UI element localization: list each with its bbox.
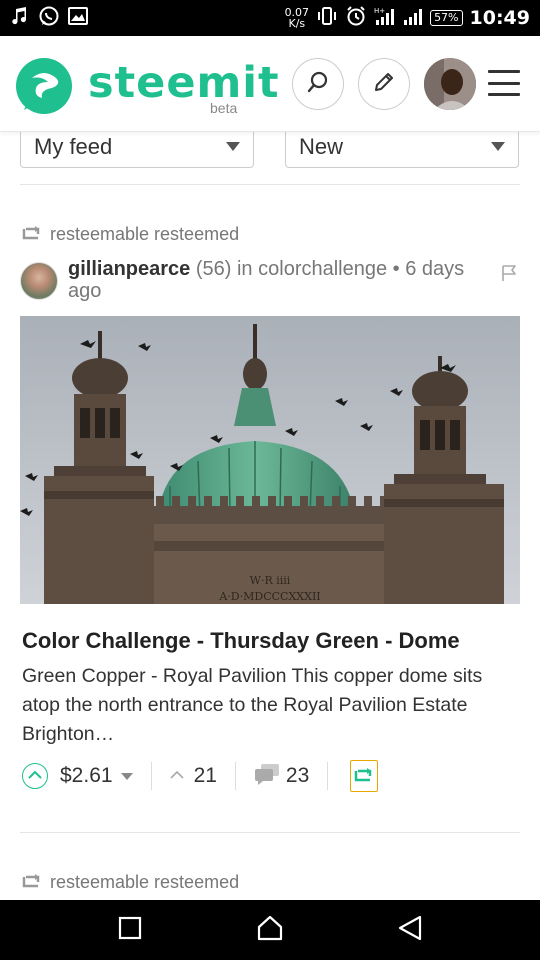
system-nav-bar [0,900,540,960]
status-system: 0.07 K/s H+ 57% 10:49 [285,5,530,32]
footer-separator [234,762,236,790]
post-meta: gillianpearce (56) in colorchallenge • 6… [68,258,488,302]
votes-icon [169,767,184,785]
comments-icon [254,763,280,790]
filter-divider [20,184,520,185]
signal-icon [403,6,423,31]
post-category[interactable]: colorchallenge [258,258,387,280]
footer-separator [327,762,329,790]
post-payout[interactable]: $2.61 [60,764,113,788]
post-author-row: gillianpearce (56) in colorchallenge • 6… [20,258,520,304]
vote-count[interactable]: 21 [194,764,217,788]
square-icon [118,916,141,939]
signal-h-icon: H+ [374,6,396,31]
clock: 10:49 [469,7,530,29]
home-icon [257,915,283,940]
post-footer: $2.61 21 23 [20,756,520,796]
resteem-icon [22,224,42,245]
upvote-button[interactable] [22,763,48,789]
menu-button[interactable] [488,70,520,96]
flag-button[interactable] [500,264,518,287]
home-button[interactable] [257,915,283,946]
category-prefix: in [236,258,253,280]
chevron-up-icon [28,767,42,785]
flag-icon [500,265,518,286]
sort-select[interactable]: New [285,126,519,168]
back-button[interactable] [398,915,422,946]
comment-count[interactable]: 23 [286,764,309,788]
pencil-icon [372,70,396,99]
feed-filters: My feed New [0,126,540,172]
image-inscription-line2: A·D·MDCCCXXXII [218,590,320,603]
dropdown-arrow-icon [491,142,505,151]
resteem-icon [22,872,42,893]
brand-name[interactable]: steemit [88,58,280,108]
recent-apps-button[interactable] [118,916,142,945]
search-icon [306,70,330,99]
image-inscription-line1: W·R iiii [250,574,291,587]
network-speed: 0.07 K/s [284,6,310,30]
image-icon [68,6,88,30]
hamburger-icon [488,70,520,73]
resteem-label: resteemable resteemed [50,224,240,244]
status-notifications [10,5,88,32]
back-triangle-icon [399,915,422,940]
resteem-button[interactable] [350,760,379,792]
resteem-icon [354,766,374,787]
svg-text:H+: H+ [374,7,385,15]
status-bar: 0.07 K/s H+ 57% 10:49 [0,0,540,36]
write-post-button[interactable] [358,58,410,110]
author-name[interactable]: gillianpearce [68,258,190,280]
author-avatar[interactable] [20,262,58,300]
vibrate-icon [316,6,338,31]
user-avatar[interactable] [424,58,476,110]
post-excerpt[interactable]: Green Copper - Royal Pavilion This coppe… [22,662,518,749]
feed-select[interactable]: My feed [20,126,254,168]
resteem-label: resteemable resteemed [50,872,240,892]
feed-select-value: My feed [34,133,113,159]
post-divider [20,832,520,833]
resteem-notice: resteemable resteemed [22,872,239,893]
post-title[interactable]: Color Challenge - Thursday Green - Dome [22,628,460,654]
search-button[interactable] [292,58,344,110]
post-thumbnail[interactable]: W·R iiii A·D·MDCCCXXXII [20,316,520,604]
sort-select-value: New [299,133,344,159]
whatsapp-icon [38,5,60,32]
resteem-notice: resteemable resteemed [22,224,239,245]
footer-separator [150,762,152,790]
alarm-icon [345,5,367,32]
music-icon [10,6,30,31]
steemit-logo-icon[interactable] [14,56,74,116]
battery-indicator: 57% [430,10,463,26]
author-reputation: (56) [195,258,232,280]
payout-dropdown-icon[interactable] [120,772,133,780]
dropdown-arrow-icon [226,142,240,151]
brand-beta-label: beta [210,100,238,116]
app-header: steemit beta [0,36,540,132]
